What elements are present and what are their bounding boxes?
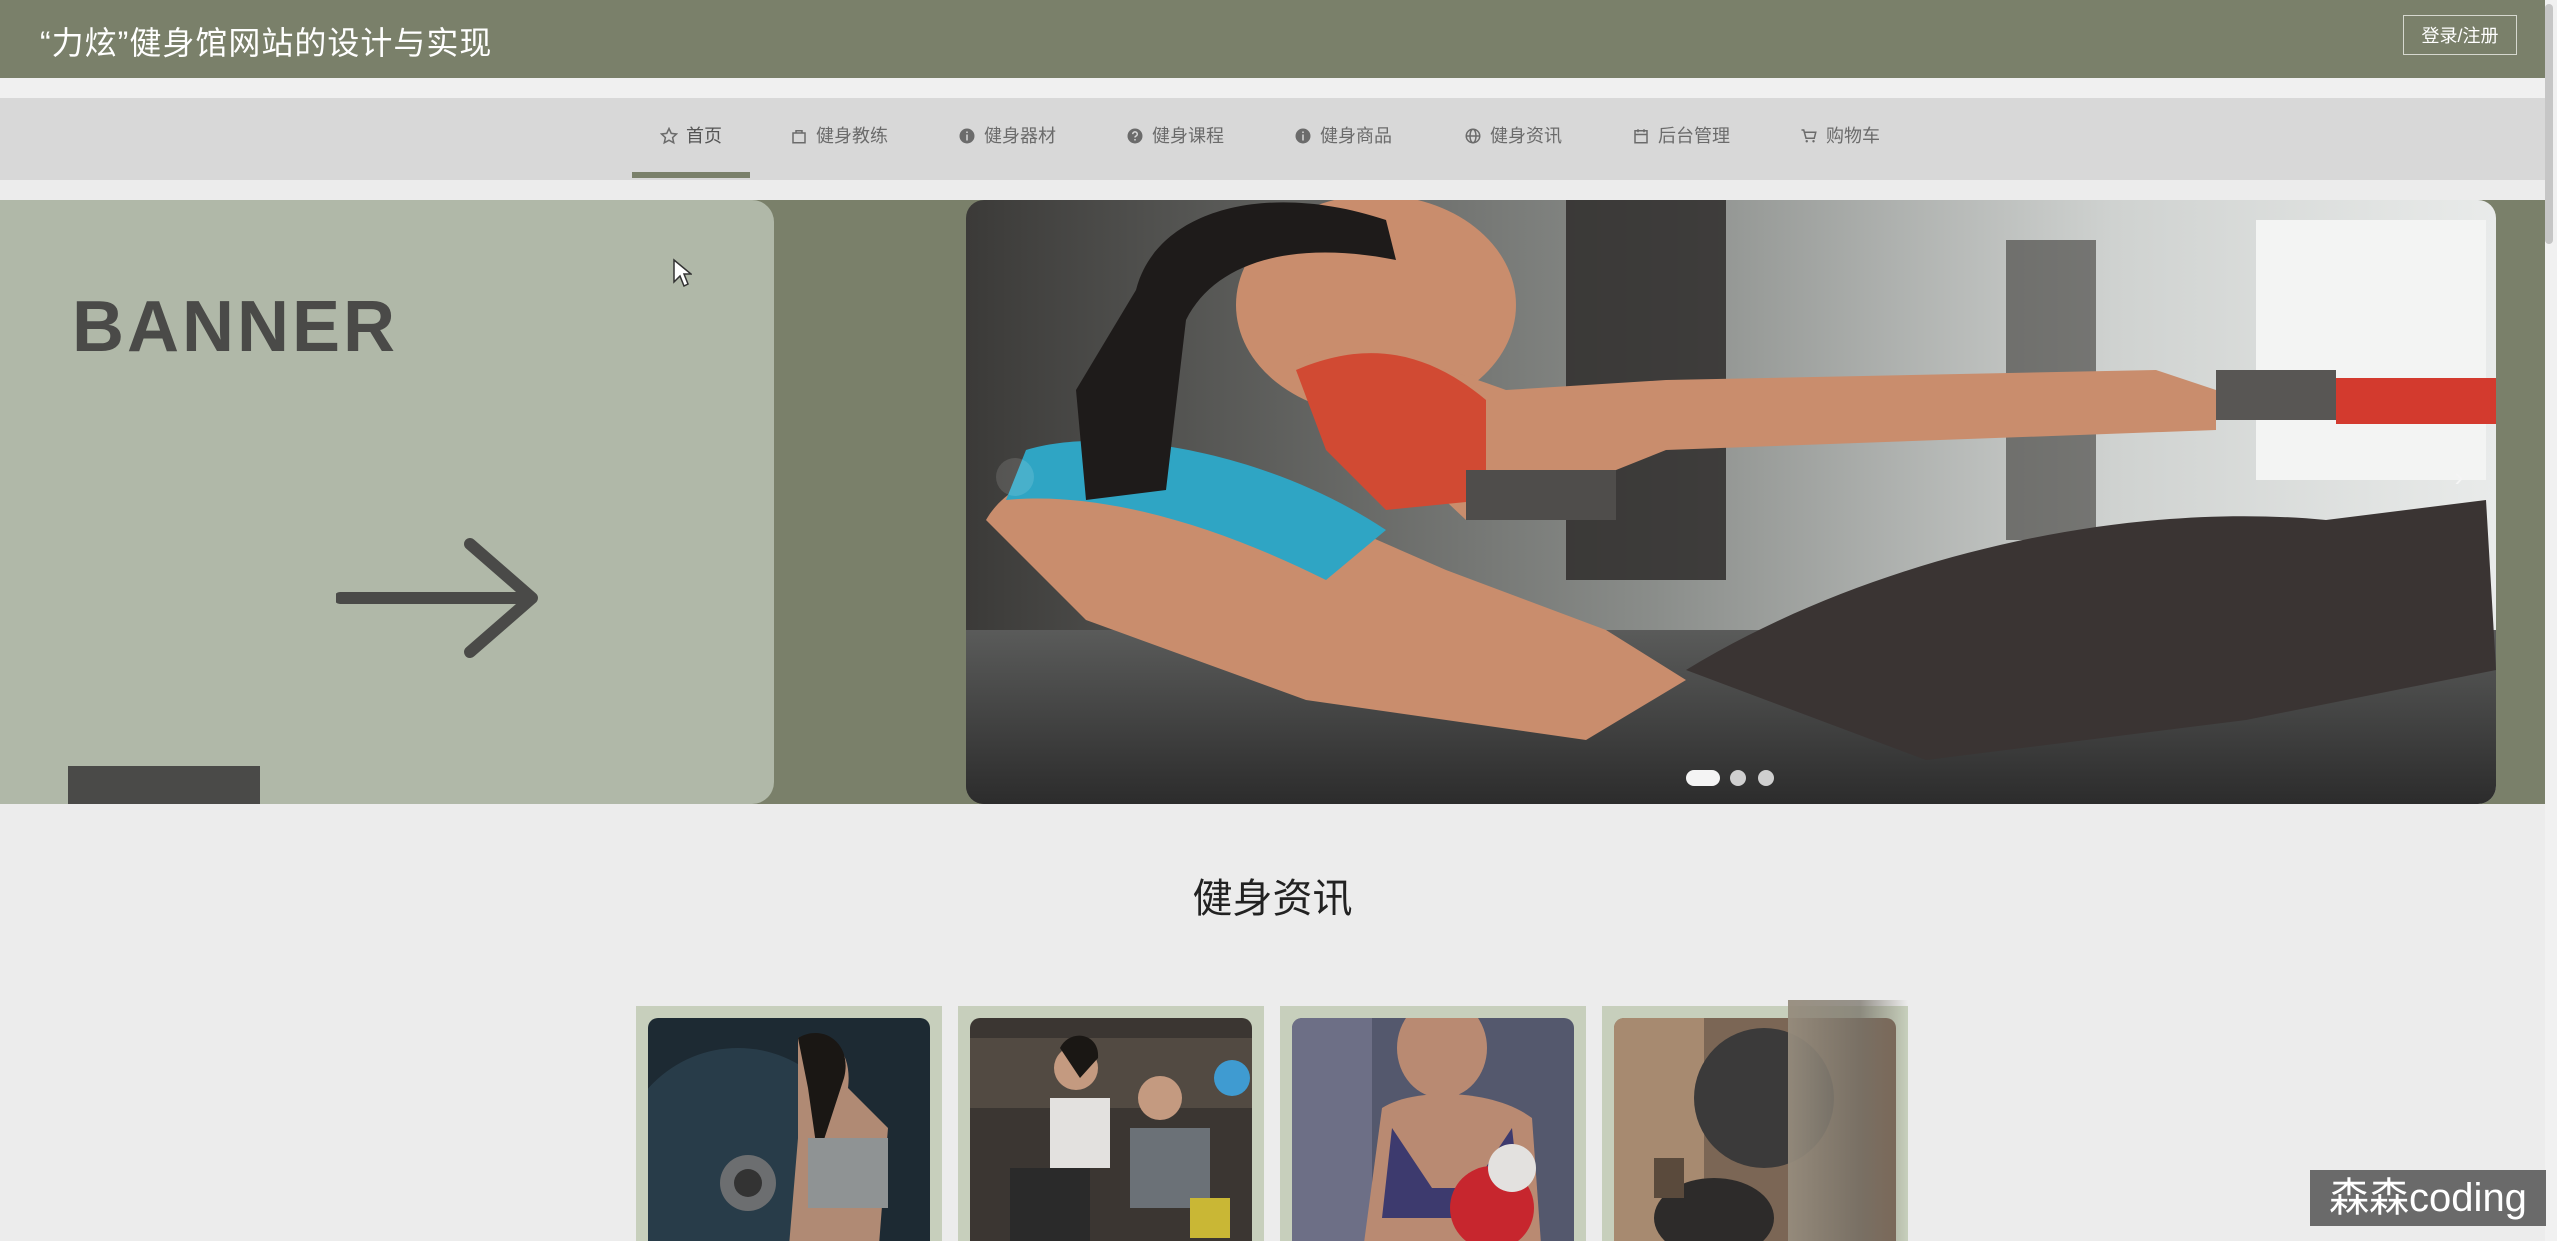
nav-item-news[interactable]: 健身资讯 [1464, 98, 1562, 180]
loading-fade-overlay [1788, 1000, 1908, 1241]
nav-item-courses[interactable]: 健身课程 [1126, 98, 1224, 180]
nav-item-products[interactable]: 健身商品 [1294, 98, 1392, 180]
news-card-image [648, 1018, 930, 1241]
banner-carousel: BANNER › [0, 200, 2545, 804]
news-card-image [1292, 1018, 1574, 1241]
nav-item-equipment[interactable]: 健身器材 [958, 98, 1056, 180]
carousel-dot[interactable] [1730, 770, 1746, 786]
nav-item-cart[interactable]: 购物车 [1800, 98, 1880, 180]
info-circle-icon [959, 128, 975, 144]
section-title-news: 健身资讯 [1192, 877, 1353, 921]
globe-icon [1465, 128, 1481, 144]
carousel-dot[interactable] [1758, 770, 1774, 786]
cart-icon [1801, 129, 1817, 143]
nav-item-coaches[interactable]: 健身教练 [790, 98, 888, 180]
banner-word: BANNER [72, 287, 399, 367]
page-scrollbar[interactable] [2545, 0, 2557, 1241]
news-card[interactable] [636, 1006, 942, 1241]
nav-label: 健身教练 [816, 126, 888, 146]
nav-label: 健身器材 [984, 126, 1056, 146]
nav-label: 首页 [686, 126, 722, 146]
nav-label: 健身商品 [1320, 126, 1392, 146]
login-register-button[interactable]: 登录/注册 [2403, 15, 2517, 55]
news-card[interactable] [1280, 1006, 1586, 1241]
watermark: 森森coding [2310, 1170, 2546, 1226]
mouse-cursor-icon [673, 258, 692, 288]
top-header: “力炫”健身馆网站的设计与实现 登录/注册 [0, 0, 2545, 78]
trainer-couple-gym-photo [970, 1018, 1252, 1241]
news-card-image [970, 1018, 1252, 1241]
banner-block [68, 766, 260, 804]
news-card[interactable] [958, 1006, 1264, 1241]
woman-boxing-gloves-photo [1292, 1018, 1574, 1241]
info-circle-icon [1295, 128, 1311, 144]
nav-label: 购物车 [1826, 126, 1880, 146]
carousel-prev-button[interactable] [996, 458, 1034, 496]
question-circle-icon [1127, 128, 1143, 144]
nav-item-home[interactable]: 首页 [660, 98, 722, 180]
carousel-dot[interactable] [1686, 770, 1720, 786]
chevron-right-icon[interactable]: › [2444, 462, 2474, 492]
nav-label: 健身资讯 [1490, 126, 1562, 146]
calendar-icon [1634, 129, 1648, 144]
active-tab-indicator [632, 172, 750, 178]
woman-dumbbell-photo [648, 1018, 930, 1241]
bag-icon [792, 130, 806, 144]
header-gap [0, 78, 2545, 98]
star-icon [660, 127, 678, 145]
arrow-right-icon [336, 538, 538, 658]
nav-label: 后台管理 [1658, 126, 1730, 146]
scrollbar-thumb[interactable] [2545, 4, 2553, 244]
woman-boxing-photo [966, 200, 2496, 804]
site-title: “力炫”健身馆网站的设计与实现 [40, 25, 493, 61]
nav-item-admin[interactable]: 后台管理 [1632, 98, 1730, 180]
main-nav: 首页 健身教练 健身器材 健身课程 健身商品 健身资讯 后台管理 购物车 [0, 98, 2545, 180]
banner-card[interactable]: BANNER [0, 200, 774, 804]
nav-label: 健身课程 [1152, 126, 1224, 146]
banner-slide-image[interactable] [966, 200, 2496, 804]
